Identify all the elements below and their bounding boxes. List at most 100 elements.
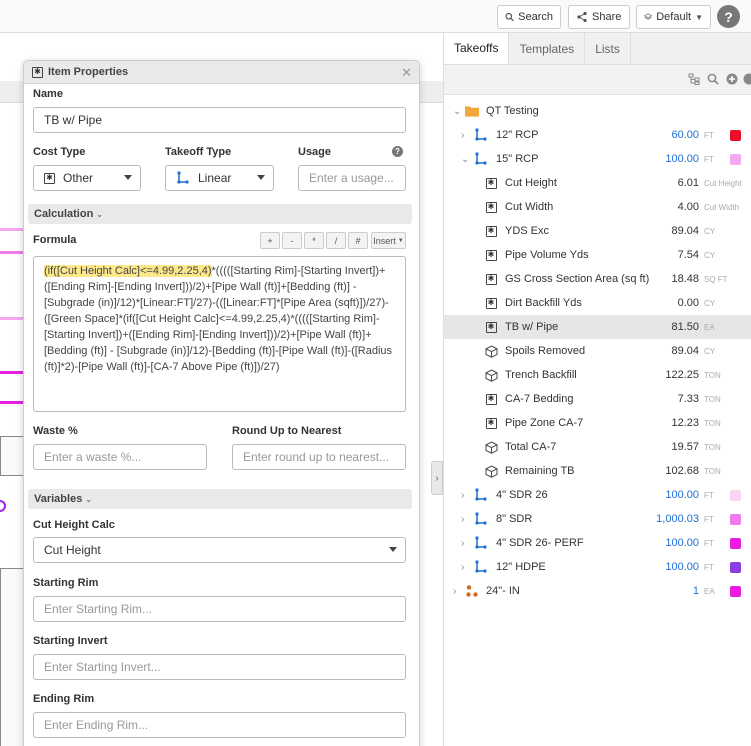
color-swatch[interactable] bbox=[730, 585, 741, 597]
search-button[interactable]: Search bbox=[497, 5, 561, 29]
formula-textarea[interactable]: (if([Cut Height Calc]<=4.99,2.25,4)*((((… bbox=[33, 256, 406, 412]
takeoff-row[interactable]: Trench Backfill 122.25 TON bbox=[444, 363, 751, 387]
takeoff-name: 8" SDR bbox=[496, 513, 533, 525]
takeoff-row[interactable]: › 12" RCP 60.00 FT bbox=[444, 123, 751, 147]
tab-templates[interactable]: Templates bbox=[509, 33, 586, 64]
multiply-operator-button[interactable]: * bbox=[304, 232, 324, 249]
starting-rim-input[interactable]: Enter Starting Rim... bbox=[33, 596, 406, 622]
insert-dropdown[interactable]: Insert ▼ bbox=[371, 232, 406, 249]
color-swatch[interactable] bbox=[730, 513, 741, 525]
takeoff-name: TB w/ Pipe bbox=[505, 321, 559, 333]
calculation-section-header[interactable]: Calculation ⌄ bbox=[28, 204, 412, 224]
takeoff-row[interactable]: ✱ Dirt Backfill Yds 0.00 CY bbox=[444, 291, 751, 315]
takeoff-row[interactable]: ✱ GS Cross Section Area (sq ft) 18.48 SQ FT bbox=[444, 267, 751, 291]
ending-rim-label: Ending Rim bbox=[33, 693, 95, 705]
share-button[interactable]: Share bbox=[568, 5, 630, 29]
collapse-panel-handle[interactable]: › bbox=[431, 461, 443, 495]
color-swatch[interactable] bbox=[730, 489, 741, 501]
takeoff-row[interactable]: Total CA-7 19.57 TON bbox=[444, 435, 751, 459]
chevron-down-icon[interactable]: ⌄ bbox=[461, 154, 469, 165]
takeoff-row[interactable]: Remaining TB 102.68 TON bbox=[444, 459, 751, 483]
takeoff-row[interactable]: › 8" SDR 1,000.03 FT bbox=[444, 507, 751, 531]
add-icon[interactable] bbox=[726, 73, 738, 88]
number-operator-button[interactable]: # bbox=[348, 232, 368, 249]
usage-input[interactable]: Enter a usage... bbox=[298, 165, 406, 191]
takeoff-type-select[interactable]: Linear bbox=[165, 165, 274, 191]
takeoff-row[interactable]: Spoils Removed 89.04 CY bbox=[444, 339, 751, 363]
cut-height-calc-select[interactable]: Cut Height bbox=[33, 537, 406, 563]
waste-input[interactable]: Enter a waste %... bbox=[33, 444, 207, 470]
takeoff-row[interactable]: ⌄ 15" RCP 100.00 FT bbox=[444, 147, 751, 171]
chevron-down-icon: ⌄ bbox=[453, 105, 462, 117]
name-label: Name bbox=[33, 88, 63, 100]
takeoff-name: Remaining TB bbox=[505, 465, 575, 477]
plus-operator-button[interactable]: + bbox=[260, 232, 280, 249]
chevron-down-icon: ▼ bbox=[695, 12, 703, 22]
takeoff-unit: FT bbox=[704, 154, 714, 164]
takeoff-name: YDS Exc bbox=[505, 225, 550, 237]
round-up-input[interactable]: Enter round up to nearest... bbox=[232, 444, 406, 470]
takeoff-row[interactable]: › 4" SDR 26 100.00 FT bbox=[444, 483, 751, 507]
linear-icon bbox=[474, 536, 488, 550]
name-input[interactable]: TB w/ Pipe bbox=[33, 107, 406, 133]
chevron-right-icon[interactable]: › bbox=[461, 130, 464, 141]
chevron-right-icon[interactable]: › bbox=[453, 586, 456, 597]
takeoff-unit: Cut Width bbox=[704, 202, 740, 212]
takeoff-row[interactable]: ✱ Cut Width 4.00 Cut Width bbox=[444, 195, 751, 219]
takeoff-row[interactable]: ✱ YDS Exc 89.04 CY bbox=[444, 219, 751, 243]
formula-text: *(((([Starting Rim]-[Starting Invert])+(… bbox=[44, 265, 393, 373]
tab-takeoffs[interactable]: Takeoffs bbox=[444, 33, 510, 64]
takeoff-row[interactable]: ✱ CA-7 Bedding 7.33 TON bbox=[444, 387, 751, 411]
chevron-right-icon[interactable]: › bbox=[461, 562, 464, 573]
layers-default-dropdown[interactable]: Default ▼ bbox=[636, 5, 711, 29]
takeoff-row[interactable]: › 24"- IN 1 EA bbox=[444, 579, 751, 603]
color-swatch[interactable] bbox=[730, 537, 741, 549]
search-button-label: Search bbox=[518, 11, 553, 23]
hierarchy-icon[interactable] bbox=[688, 73, 700, 88]
chevron-right-icon[interactable]: › bbox=[461, 490, 464, 501]
takeoff-row[interactable]: ✱ Pipe Zone CA-7 12.23 TON bbox=[444, 411, 751, 435]
top-bar: Search Share Default ▼ ? bbox=[0, 0, 751, 33]
chevron-right-icon[interactable]: › bbox=[461, 538, 464, 549]
takeoff-value: 89.04 bbox=[671, 225, 699, 237]
more-icon[interactable] bbox=[743, 73, 751, 88]
linear-icon bbox=[474, 152, 488, 166]
takeoff-name: Pipe Zone CA-7 bbox=[505, 417, 584, 429]
layers-icon bbox=[644, 13, 653, 20]
color-swatch[interactable] bbox=[730, 153, 741, 165]
usage-help-icon[interactable]: ? bbox=[392, 146, 403, 157]
variables-section-header[interactable]: Variables ⌄ bbox=[28, 489, 412, 509]
help-icon[interactable]: ? bbox=[717, 5, 740, 28]
minus-operator-button[interactable]: - bbox=[282, 232, 302, 249]
formula-item-icon: ✱ bbox=[32, 66, 43, 78]
search-icon[interactable] bbox=[707, 73, 719, 88]
takeoff-value: 12.23 bbox=[671, 417, 699, 429]
folder-row[interactable]: ⌄ QT Testing bbox=[444, 99, 751, 123]
takeoff-row[interactable]: › 4" SDR 26- PERF 100.00 FT bbox=[444, 531, 751, 555]
formula-label: Formula bbox=[33, 234, 77, 246]
cost-type-select[interactable]: ✱ Other bbox=[33, 165, 141, 191]
close-icon[interactable]: ✕ bbox=[401, 65, 412, 81]
color-swatch[interactable] bbox=[730, 561, 741, 573]
takeoff-name: Trench Backfill bbox=[505, 369, 577, 381]
ending-rim-input[interactable]: Enter Ending Rim... bbox=[33, 712, 406, 738]
takeoff-row[interactable]: › 12" HDPE 100.00 FT bbox=[444, 555, 751, 579]
takeoff-row[interactable]: ✱ TB w/ Pipe 81.50 EA bbox=[444, 315, 751, 339]
takeoff-unit: FT bbox=[704, 538, 714, 548]
formula-icon: ✱ bbox=[484, 224, 498, 238]
takeoff-value: 19.57 bbox=[671, 441, 699, 453]
panel-title: Item Properties bbox=[48, 66, 129, 78]
calculation-label: Calculation bbox=[34, 208, 94, 220]
chevron-right-icon[interactable]: › bbox=[461, 514, 464, 525]
takeoff-unit: FT bbox=[704, 514, 714, 524]
starting-invert-input[interactable]: Enter Starting Invert... bbox=[33, 654, 406, 680]
linear-icon bbox=[474, 488, 488, 502]
tab-lists[interactable]: Lists bbox=[585, 33, 631, 64]
formula-icon: ✱ bbox=[484, 176, 498, 190]
color-swatch[interactable] bbox=[730, 129, 741, 141]
takeoffs-sidebar: Takeoffs Templates Lists ⌄ QT Testing › 1… bbox=[443, 33, 751, 746]
divide-operator-button[interactable]: / bbox=[326, 232, 346, 249]
takeoff-name: GS Cross Section Area (sq ft) bbox=[505, 273, 650, 285]
takeoff-row[interactable]: ✱ Pipe Volume Yds 7.54 CY bbox=[444, 243, 751, 267]
takeoff-row[interactable]: ✱ Cut Height 6.01 Cut Height bbox=[444, 171, 751, 195]
